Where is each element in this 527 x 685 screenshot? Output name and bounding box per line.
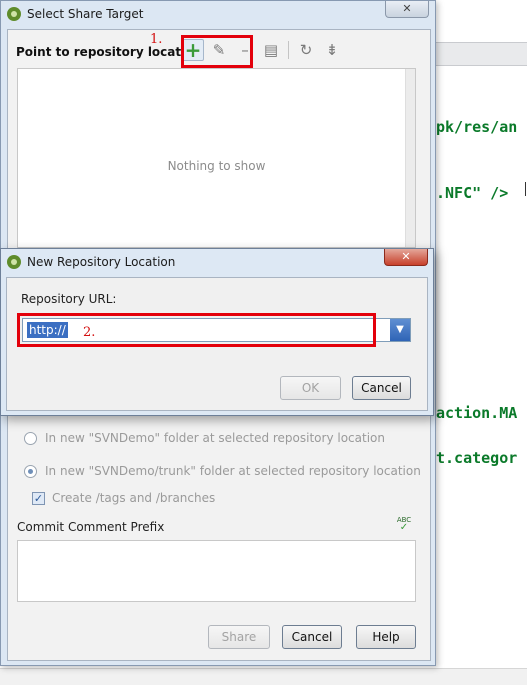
create-tags-checkbox[interactable]: ✓ xyxy=(32,491,45,505)
close-button[interactable]: ✕ xyxy=(384,249,428,266)
commit-prefix-input[interactable] xyxy=(17,540,416,602)
repository-url-label: Repository URL: xyxy=(21,292,117,306)
radio-label: In new "SVNDemo/trunk" folder at selecte… xyxy=(45,464,421,478)
code-line: t.categor xyxy=(436,449,518,467)
android-studio-icon xyxy=(7,255,21,269)
radio-option-folder[interactable]: In new "SVNDemo" folder at selected repo… xyxy=(24,431,385,445)
help-button[interactable]: Help xyxy=(356,625,416,649)
cancel-button[interactable]: Cancel xyxy=(282,625,342,649)
spellcheck-icon[interactable]: ABC ✓ xyxy=(396,516,412,533)
dialog-title: New Repository Location xyxy=(27,255,176,269)
radio-button-selected[interactable] xyxy=(24,464,37,478)
close-icon: ✕ xyxy=(401,250,411,263)
code-line: action.MA xyxy=(436,404,518,422)
radio-label: In new "SVNDemo" folder at selected repo… xyxy=(45,431,385,445)
close-icon: ✕ xyxy=(402,2,412,15)
details-button[interactable]: ▤ xyxy=(260,39,282,61)
collapse-icon: ⇟ xyxy=(325,41,339,59)
text-caret xyxy=(525,182,526,196)
annotation-box-1 xyxy=(181,35,253,68)
status-strip xyxy=(0,668,527,685)
dialog-titlebar: Select Share Target ✕ xyxy=(1,1,435,27)
refresh-icon: ↻ xyxy=(299,41,313,59)
radio-option-trunk[interactable]: In new "SVNDemo/trunk" folder at selecte… xyxy=(24,464,421,478)
refresh-button[interactable]: ↻ xyxy=(295,39,317,61)
annotation-box-2 xyxy=(17,313,376,347)
checkbox-label: Create /tags and /branches xyxy=(52,491,216,505)
cancel-button[interactable]: Cancel xyxy=(352,376,411,400)
empty-list-text: Nothing to show xyxy=(167,159,266,173)
radio-button[interactable] xyxy=(24,431,37,445)
code-line: .NFC" /> xyxy=(436,184,509,202)
section-label: Point to repository location xyxy=(16,45,203,59)
ok-button[interactable]: OK xyxy=(280,376,341,400)
annotation-step-1: 1. xyxy=(150,32,163,47)
toolbar-separator xyxy=(288,41,289,59)
create-tags-option[interactable]: ✓ Create /tags and /branches xyxy=(32,491,215,505)
list-scrollbar[interactable] xyxy=(405,69,415,247)
annotation-step-2: 2. xyxy=(83,325,96,340)
android-studio-icon xyxy=(7,7,21,21)
editor-tab-strip xyxy=(436,42,527,66)
code-line: pk/res/an xyxy=(436,118,518,136)
dialog-titlebar: New Repository Location ✕ xyxy=(1,249,433,275)
chevron-down-icon[interactable]: ▼ xyxy=(390,319,410,341)
document-icon: ▤ xyxy=(263,41,279,59)
commit-prefix-label: Commit Comment Prefix xyxy=(17,520,165,534)
close-button[interactable]: ✕ xyxy=(385,1,429,18)
share-button[interactable]: Share xyxy=(208,625,270,649)
collapse-button[interactable]: ⇟ xyxy=(321,39,343,61)
code-editor-background xyxy=(436,0,527,684)
dialog-title: Select Share Target xyxy=(27,7,144,21)
repository-list[interactable]: Nothing to show xyxy=(17,68,416,248)
